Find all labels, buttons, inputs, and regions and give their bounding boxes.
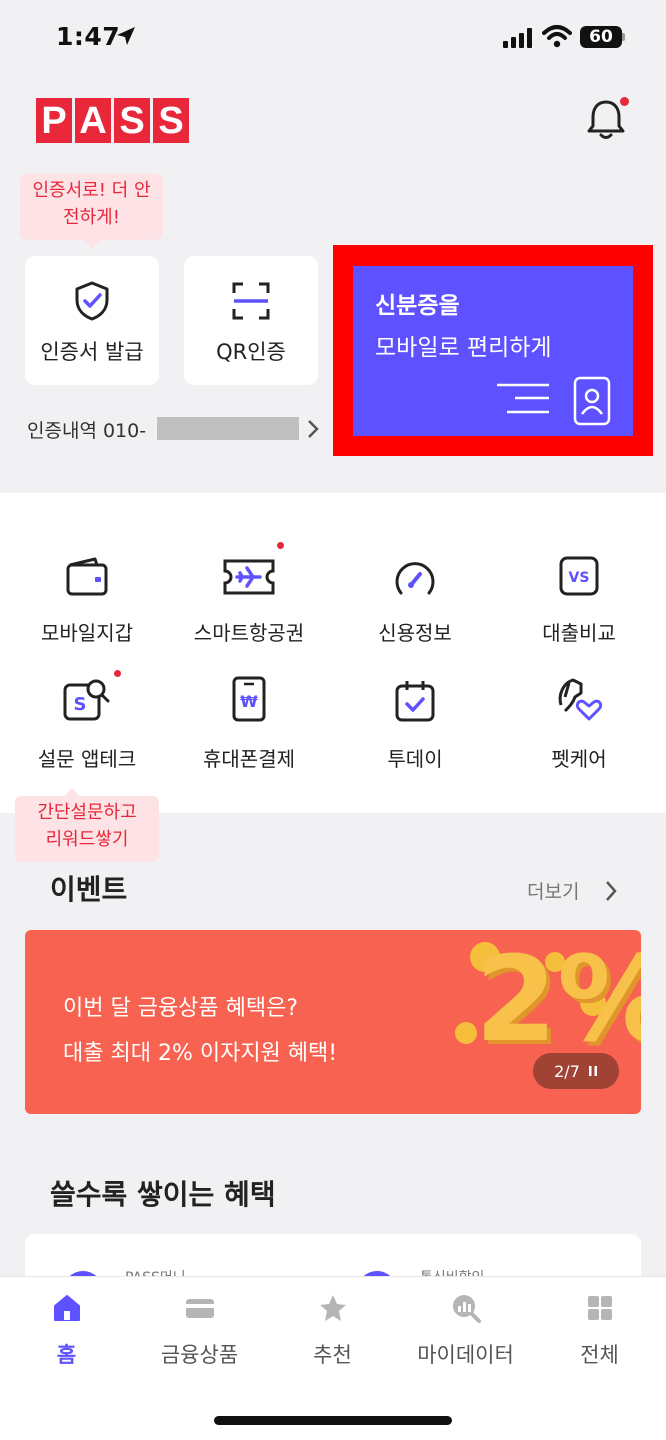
banner-text-line2: 대출 최대 2% 이자지원 혜택! (63, 1041, 338, 1066)
event-more-link[interactable]: 더보기 (527, 877, 579, 904)
service-label: 스마트항공권 (193, 621, 305, 645)
battery-indicator: 60 (580, 26, 622, 48)
tab-all[interactable]: 전체 (533, 1293, 666, 1369)
pause-icon[interactable] (588, 1065, 598, 1077)
location-arrow-icon (117, 27, 135, 45)
cert-issue-button[interactable]: 인증서 발급 (25, 256, 159, 385)
benefits-section-title: 쓸수록 쌓이는 혜택 (50, 1178, 276, 1211)
promo-title: 신분증을 (375, 293, 460, 319)
tab-label: 마이데이터 (417, 1343, 514, 1367)
service-survey-apptech[interactable]: S 설문 앱테크 (4, 670, 170, 772)
service-label: 설문 앱테크 (37, 747, 137, 771)
svg-text:S: S (74, 694, 87, 715)
tab-recommend[interactable]: 추천 (266, 1293, 399, 1369)
service-label: 모바일지갑 (41, 621, 133, 645)
service-mobile-wallet[interactable]: 모바일지갑 (4, 545, 170, 646)
service-label: 펫케어 (551, 747, 607, 771)
logo-letter: S (114, 98, 150, 143)
dog-heart-icon (558, 678, 603, 721)
logo-letter: A (75, 98, 111, 143)
notification-dot (620, 97, 629, 106)
service-credit-info[interactable]: 신용정보 (332, 545, 498, 646)
pager-count: 2/7 (554, 1061, 580, 1081)
speed-lines-icon (497, 383, 549, 414)
new-badge-dot (114, 670, 121, 677)
gauge-icon (395, 562, 435, 595)
event-banner[interactable]: 이번 달 금융상품 혜택은? 대출 최대 2% 이자지원 혜택! 2% 2/7 (25, 930, 641, 1114)
home-icon (53, 1295, 80, 1321)
tab-mydata[interactable]: 마이데이터 (399, 1293, 532, 1369)
tooltip-arrow (84, 240, 100, 249)
chevron-right-icon[interactable] (604, 880, 618, 902)
service-label: 휴대폰결제 (203, 747, 295, 771)
shield-check-icon (75, 281, 109, 321)
tab-label: 추천 (313, 1343, 352, 1367)
service-smart-ticket[interactable]: 스마트항공권 (166, 542, 332, 646)
qr-auth-button[interactable]: QR인증 (184, 256, 318, 385)
two-percent-graphic: 2% (475, 930, 641, 1068)
service-label: 신용정보 (378, 621, 452, 645)
card-icon (185, 1299, 214, 1318)
home-indicator[interactable] (214, 1416, 452, 1425)
banner-pager[interactable]: 2/7 (533, 1053, 619, 1089)
service-label: 대출비교 (542, 621, 616, 645)
id-card-icon (573, 376, 611, 426)
calendar-check-icon (395, 681, 435, 722)
svg-text:VS: VS (569, 570, 590, 586)
cellular-signal-icon (503, 28, 532, 48)
cert-issue-label: 인증서 발급 (40, 340, 144, 364)
tab-financial-products[interactable]: 금융상품 (133, 1293, 266, 1369)
chevron-right-icon[interactable] (306, 419, 320, 439)
service-loan-compare[interactable]: VS 대출비교 (496, 545, 662, 646)
airplane-ticket-icon (223, 559, 275, 595)
cert-tooltip: 인증서로! 더 안전하게! (20, 174, 163, 240)
banner-text-line1: 이번 달 금융상품 혜택은? (63, 996, 299, 1021)
star-icon (319, 1295, 346, 1321)
service-today[interactable]: 투데이 (332, 671, 498, 772)
survey-tooltip: 간단설문하고 리워드쌓기 (15, 796, 159, 862)
tab-label: 금융상품 (160, 1343, 239, 1367)
promo-subtitle: 모바일로 편리하게 (375, 335, 552, 361)
tab-label: 홈 (56, 1343, 77, 1367)
qr-scan-icon (232, 282, 270, 320)
tab-label: 전체 (580, 1343, 619, 1367)
wifi-icon (542, 25, 572, 48)
masked-phone-number (157, 417, 299, 440)
battery-cap (622, 33, 625, 41)
service-label: 투데이 (387, 747, 443, 771)
services-grid: 모바일지갑 스마트항공권 신용정보 VS 대출비교 S 설문 앱테크 ₩ 휴대폰… (0, 493, 666, 813)
qr-auth-label: QR인증 (216, 340, 286, 364)
pass-logo: P A S S (36, 98, 189, 143)
survey-search-icon: S (63, 679, 110, 721)
chart-search-icon (452, 1295, 481, 1323)
mobile-id-banner[interactable]: 신분증을 모바일로 편리하게 (353, 266, 633, 436)
logo-letter: S (153, 98, 189, 143)
auth-history-link[interactable]: 인증내역 010- (27, 416, 146, 443)
status-time: 1:47 (56, 22, 121, 51)
coin-graphic (455, 1022, 477, 1044)
grid-icon (587, 1296, 612, 1320)
svg-text:₩: ₩ (240, 692, 258, 711)
phone-won-icon: ₩ (232, 676, 266, 722)
wallet-icon (66, 557, 108, 596)
new-badge-dot (277, 542, 284, 549)
service-phone-payment[interactable]: ₩ 휴대폰결제 (166, 671, 332, 772)
tab-home[interactable]: 홈 (0, 1293, 133, 1369)
vs-icon: VS (559, 556, 599, 596)
logo-letter: P (36, 98, 72, 143)
event-section-title: 이벤트 (50, 873, 128, 906)
service-pet-care[interactable]: 펫케어 (496, 671, 662, 772)
